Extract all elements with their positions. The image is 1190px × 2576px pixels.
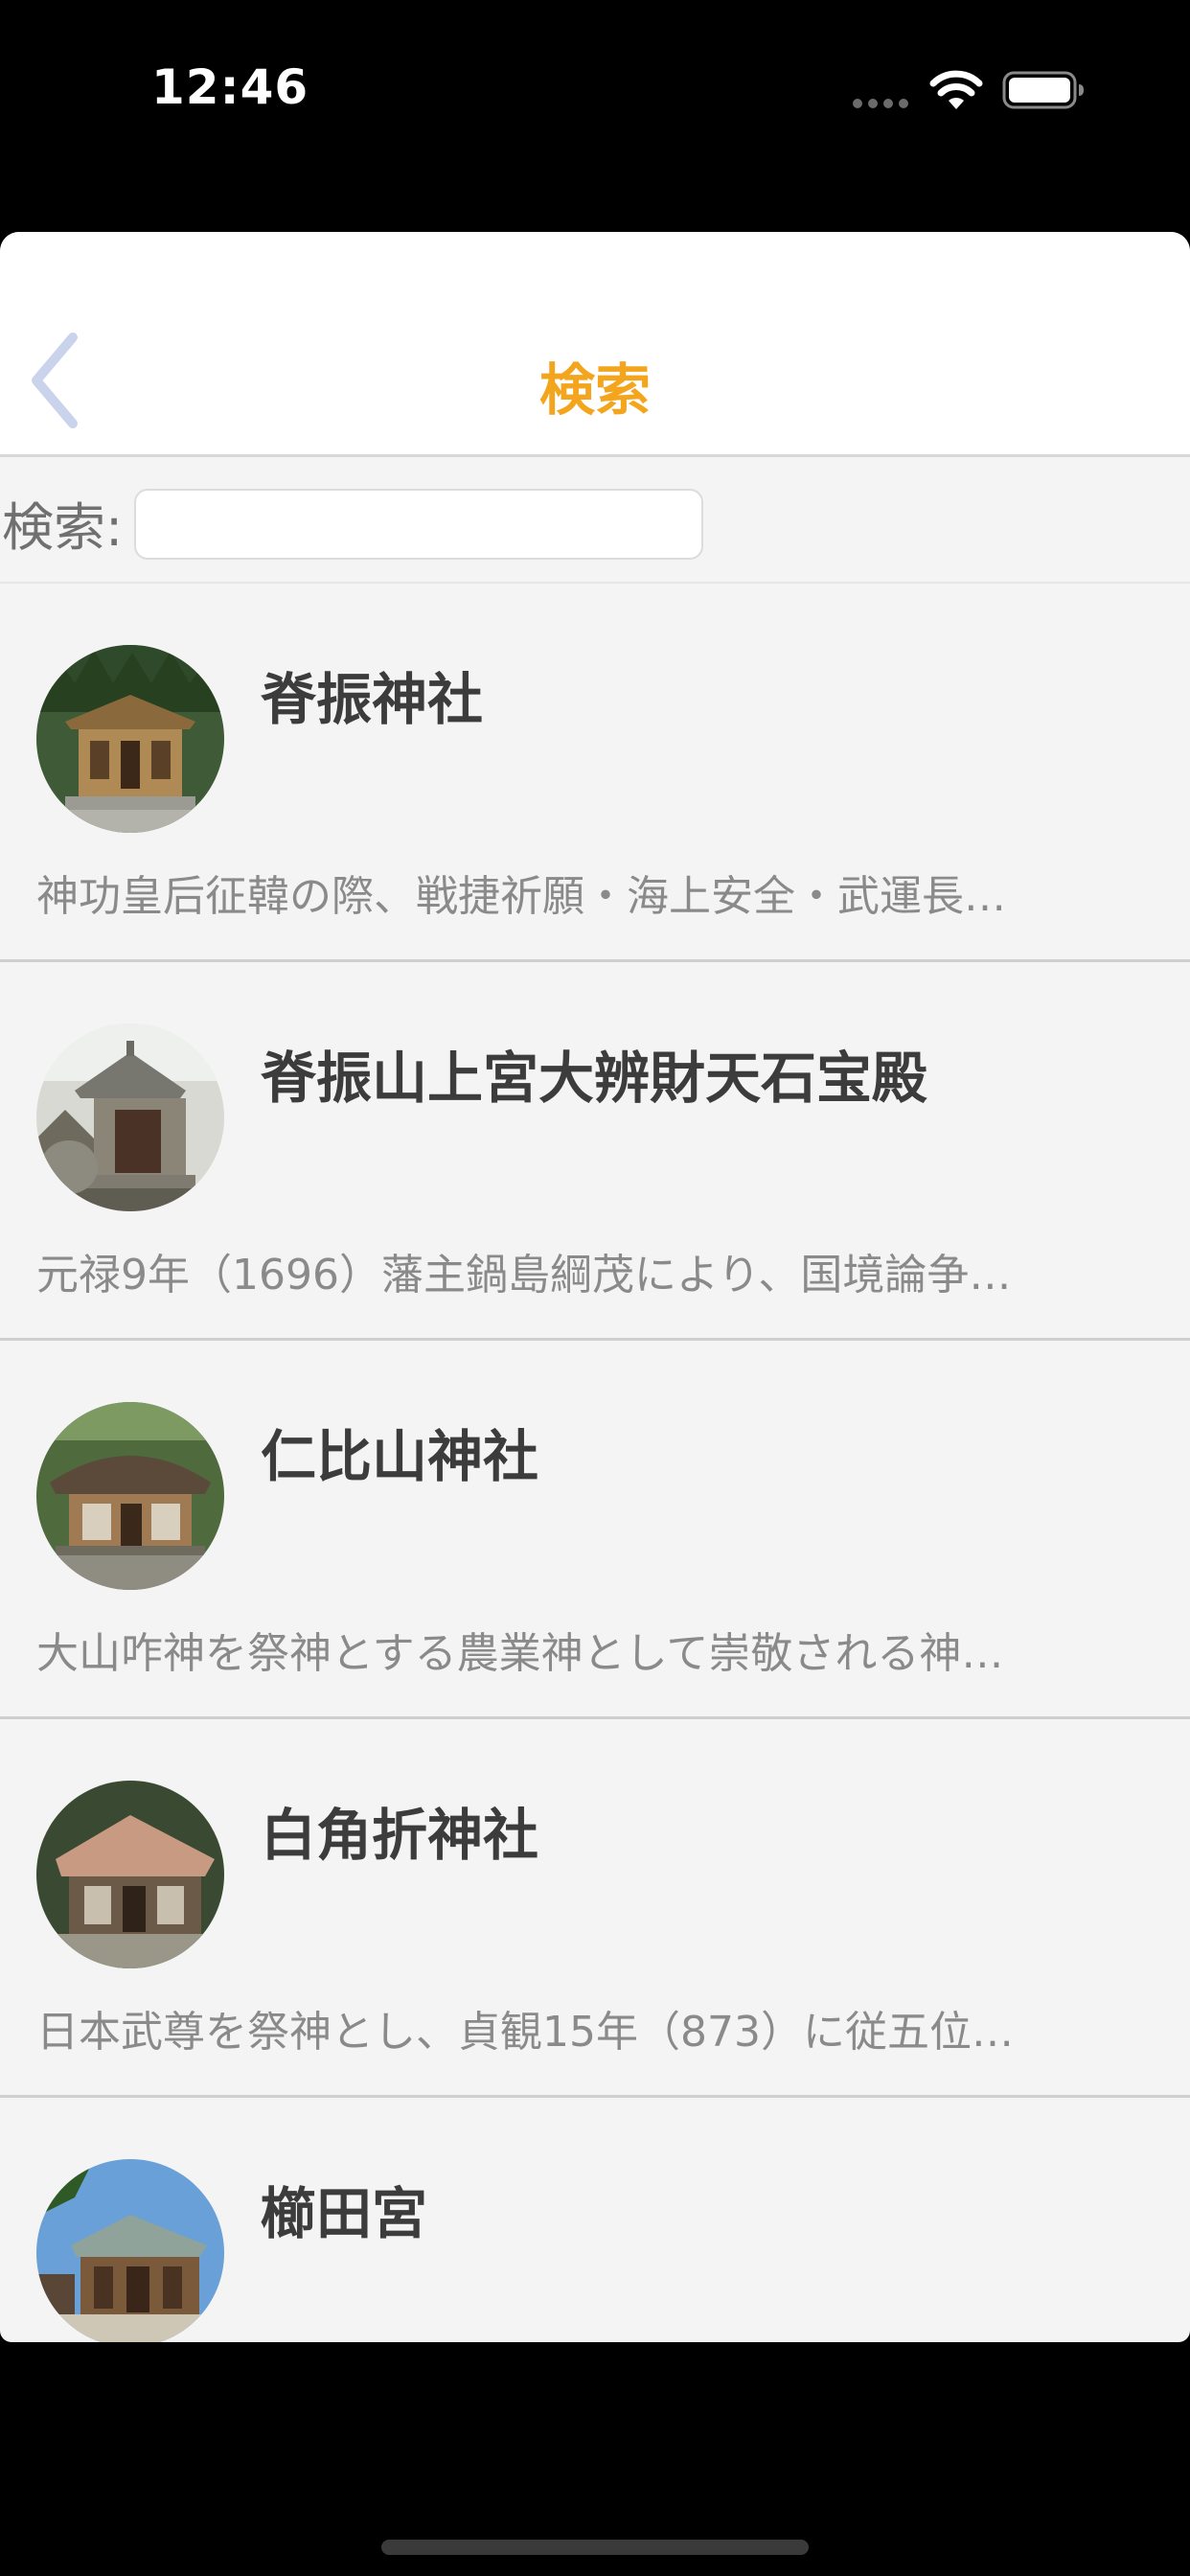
list-item[interactable]: 櫛田宮 [0, 2098, 1190, 2342]
item-title: 脊振神社 [261, 667, 484, 732]
item-title: 櫛田宮 [261, 2181, 428, 2246]
page-title: 検索 [538, 357, 651, 423]
shrine-photo [36, 645, 224, 833]
cellular-signal-icon [853, 96, 912, 109]
list-item[interactable]: 白角折神社 日本武尊を祭神とし、貞観15年（873）に従五位… [0, 1719, 1190, 2098]
item-title: 脊振山上宮大辨財天石宝殿 [261, 1046, 928, 1111]
status-time: 12:46 [151, 59, 309, 115]
wifi-icon [929, 67, 983, 111]
status-bar: 12:46 [0, 0, 1190, 182]
search-input[interactable] [134, 489, 703, 560]
shrine-photo [36, 1781, 224, 1968]
item-description: 元禄9年（1696）藩主鍋島綱茂により、国境論争… [36, 1251, 1012, 1300]
shrine-list: 脊振神社 神功皇后征韓の際、戦捷祈願・海上安全・武運長… 脊振山上宮大辨財天石宝… [0, 584, 1190, 2342]
home-indicator[interactable] [381, 2540, 809, 2555]
item-title: 白角折神社 [261, 1803, 539, 1868]
item-title: 仁比山神社 [261, 1424, 539, 1489]
navigation-bar: 検索 [0, 232, 1190, 457]
list-item[interactable]: 脊振神社 神功皇后征韓の際、戦捷祈願・海上安全・武運長… [0, 584, 1190, 962]
search-label: 検索: [2, 497, 124, 558]
battery-icon [1002, 71, 1085, 109]
item-description: 神功皇后征韓の際、戦捷祈願・海上安全・武運長… [36, 872, 1006, 921]
stone-shrine-photo [36, 1024, 224, 1211]
search-sheet: 検索 検索: 脊振神社 神功皇后征韓の際、戦捷祈願・海上安全・武運長… 脊振山上… [0, 232, 1190, 2342]
list-item[interactable]: 脊振山上宮大辨財天石宝殿 元禄9年（1696）藩主鍋島綱茂により、国境論争… [0, 962, 1190, 1341]
list-item[interactable]: 仁比山神社 大山咋神を祭神とする農業神として崇敬される神… [0, 1341, 1190, 1719]
item-description: 日本武尊を祭神とし、貞観15年（873）に従五位… [36, 2008, 1014, 2057]
item-description: 大山咋神を祭神とする農業神として崇敬される神… [36, 1629, 1004, 1678]
shrine-photo [36, 1402, 224, 1590]
shrine-photo [36, 2159, 224, 2342]
